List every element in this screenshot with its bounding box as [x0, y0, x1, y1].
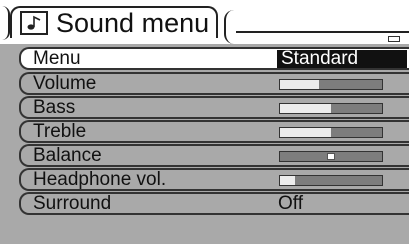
menu-row-balance[interactable]: Balance — [19, 144, 409, 167]
balance-level-bar[interactable] — [279, 151, 383, 162]
menu-row-label: Surround — [33, 193, 112, 214]
treble-level-bar[interactable] — [279, 127, 383, 138]
menu-row-menu[interactable]: Menu Standard — [19, 47, 409, 70]
bar-fill — [280, 104, 331, 113]
tab-left-bracket — [2, 6, 10, 40]
menu-row-label: Treble — [33, 121, 87, 142]
tab-right-bracket — [224, 10, 238, 44]
menu-row-label: Menu — [33, 48, 81, 69]
menu-row-label: Balance — [33, 145, 102, 166]
menu-row-label: Volume — [33, 73, 97, 94]
menu-mode-value[interactable]: Standard — [277, 49, 407, 68]
header-rule — [236, 31, 409, 33]
bar-fill — [280, 80, 319, 89]
menu-row-headphone-vol[interactable]: Headphone vol. — [19, 168, 409, 191]
balance-marker — [327, 153, 335, 160]
menu-header: Sound menu — [0, 0, 409, 44]
bar-fill — [280, 128, 331, 137]
headphone-vol-level-bar[interactable] — [279, 175, 383, 186]
menu-row-surround[interactable]: Surround Off — [19, 192, 409, 215]
menu-row-treble[interactable]: Treble — [19, 120, 409, 143]
page-indicator-icon — [388, 36, 400, 42]
menu-row-bass[interactable]: Bass — [19, 96, 409, 119]
music-note-icon — [20, 11, 48, 35]
sound-menu-frame: Sound menu Menu Standard Volume Bass Tre… — [0, 0, 409, 244]
bar-fill — [280, 176, 295, 185]
page-title: Sound menu — [56, 8, 210, 38]
menu-row-volume[interactable]: Volume — [19, 72, 409, 95]
menu-row-label: Headphone vol. — [33, 169, 167, 190]
surround-value[interactable]: Off — [278, 194, 303, 214]
volume-level-bar[interactable] — [279, 79, 383, 90]
bass-level-bar[interactable] — [279, 103, 383, 114]
menu-row-label: Bass — [33, 97, 76, 118]
